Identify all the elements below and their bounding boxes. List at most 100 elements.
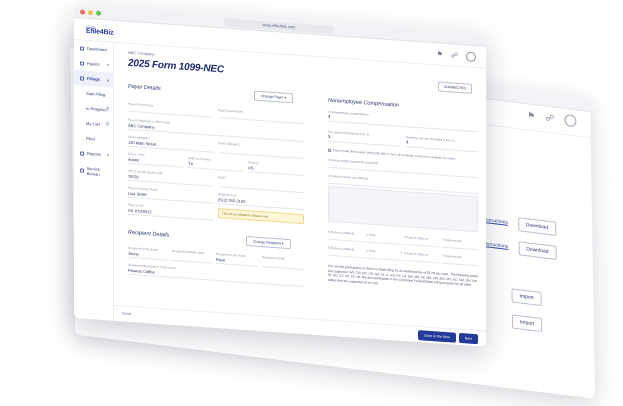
window-controls — [80, 9, 101, 16]
state-tax-field-2[interactable]: 5 State tax withheld — [328, 245, 364, 259]
box1-field[interactable]: 1 Nonemployee compensation $ — [328, 109, 478, 133]
chevron-down-icon: ▾ — [106, 62, 109, 68]
count-badge: 1 — [105, 121, 110, 127]
list-item: Instructions Download — [482, 213, 557, 236]
recipient-first-name-field[interactable]: Recipient's First Name Jenny — [128, 245, 168, 261]
sidebar-item-label: In Progress — [86, 105, 107, 113]
recipient-last-name-field[interactable]: Recipient's Last Name Rose — [216, 251, 258, 267]
close-icon[interactable] — [80, 9, 85, 15]
sidebar-item-label: Payers — [87, 60, 100, 67]
tin-field[interactable]: Payer's TIN XX-XXX0012 — [128, 202, 214, 221]
state-tax-field[interactable]: 5 State tax withheld — [328, 229, 364, 243]
page-title: 2025 Form 1099-NEC — [128, 57, 224, 76]
document-icon — [80, 75, 84, 81]
list-item: Instructions Download — [483, 237, 557, 260]
payer-last-name-field[interactable]: Payer's Last Name — [218, 108, 304, 125]
chevron-up-icon: ▴ — [106, 77, 109, 83]
field-label: 7 State income — [442, 253, 463, 260]
phone-field[interactable]: Telephone no. (512) 555-2155 — [218, 192, 304, 211]
field-label: 5 State tax withheld — [328, 245, 355, 252]
list-item: Import — [511, 314, 543, 333]
field-label: 6 Payer's state no. — [404, 251, 429, 257]
state-income-field-2[interactable]: 7 State income — [442, 253, 478, 267]
field-label: Street address 2 — [218, 141, 241, 147]
sidebar: Dashboard Payers ▾ Filings ▴ Start Filin… — [74, 40, 114, 321]
tin-warning-badge[interactable]: TIN not yet validated. Validate now — [218, 208, 304, 225]
state-field[interactable]: State or province TX — [188, 155, 244, 172]
users-icon — [80, 60, 84, 66]
payer-section-title: Payer Details — [128, 83, 161, 93]
field-label: Payer's Last Name — [218, 108, 244, 114]
direct-to-state-disclaimer: Our service participates in Direct-to-St… — [328, 263, 479, 287]
logo-text: Efile4Biz — [86, 27, 114, 37]
sidebar-item-label: Start Filing — [86, 90, 106, 98]
sidebar-item-label: Service Bureau — [86, 165, 100, 177]
next-button[interactable]: Next — [458, 332, 478, 345]
avatar[interactable] — [466, 51, 476, 63]
bell-icon[interactable]: ⚑ — [527, 110, 535, 122]
save-file-button[interactable]: Save & File Now — [418, 330, 456, 343]
bell-icon[interactable]: ⚑ — [437, 50, 443, 58]
contact-name-field[interactable]: Payer's Contact Name Lisa Smith — [128, 185, 214, 204]
field-label: 3 Excess golden parachute payments — [328, 157, 379, 166]
field-label: Email — [218, 175, 226, 180]
avatar[interactable] — [564, 113, 577, 128]
street1-field[interactable]: Street address 1 130 Main Street — [128, 134, 214, 153]
tax-withheld-field[interactable]: Tax amount (included in box 1) $ — [328, 129, 400, 147]
field-label: 7 State income — [442, 237, 463, 244]
sidebar-item-label: Filings — [87, 75, 100, 82]
field-label: 6 State — [366, 248, 376, 254]
recipient-section-title: Recipient Details — [128, 229, 170, 239]
street2-field[interactable]: Street address 2 — [218, 141, 304, 160]
download-button[interactable]: Download — [518, 241, 557, 260]
instructions-link[interactable]: Instructions — [483, 241, 509, 250]
main-browser-window: www.efile4biz.com efile4biz Efile4Biz ⚑ … — [74, 6, 486, 347]
sidebar-item-label: Reports — [87, 150, 102, 157]
payer-state-no-field-2[interactable]: 6 Payer's state no. — [404, 251, 440, 264]
main-content: ABC Company 2025 Form 1099-NEC CORRECTED… — [114, 43, 486, 347]
sidebar-item-label: Filed — [86, 135, 95, 142]
recipient-middle-initial-field[interactable]: Recipient's Middle Initial — [172, 248, 212, 264]
import-button[interactable]: Import — [511, 314, 543, 333]
payer-state-no-field[interactable]: 6 Payer's state no. — [404, 235, 440, 248]
change-payer-button[interactable]: Change Payer ▾ — [254, 90, 294, 104]
chevron-down-icon: ▾ — [106, 152, 109, 158]
header-actions: ⚑ ☍ — [437, 49, 476, 63]
field-label: 5 State tax withheld — [328, 229, 355, 236]
country-field[interactable]: Country US — [248, 160, 304, 177]
sidebar-item-label: My Cart — [86, 120, 100, 127]
zip-field[interactable]: ZIP or foreign postal code 78701 — [128, 168, 214, 187]
download-button[interactable]: Download — [517, 217, 557, 236]
import-button[interactable]: Import — [511, 288, 542, 307]
corrected-button[interactable]: CORRECTED — [437, 81, 472, 94]
field-label: 6 Payer's state no. — [404, 235, 429, 241]
sidebar-item-service-bureau[interactable]: Service Bureau — [74, 160, 113, 183]
instructions-link[interactable]: Instructions — [482, 217, 508, 226]
minimize-icon[interactable] — [88, 9, 93, 16]
reset-link[interactable]: Reset — [122, 311, 131, 316]
maximize-icon[interactable] — [96, 10, 101, 16]
overtime-field[interactable]: Overtime amount (included in box 1) $ — [406, 135, 478, 153]
change-payer-label: Change Payer — [261, 94, 284, 100]
change-recipient-label: Change Recipient — [253, 239, 281, 246]
field-label: Recipient's Middle Initial — [172, 248, 205, 256]
recipient-suffix-field[interactable]: Recipient's Suffix — [262, 255, 304, 271]
compensation-section-title: Nonemployee Compensation — [328, 97, 399, 109]
state-income-field[interactable]: 7 State income — [442, 237, 478, 251]
email-field[interactable]: Email — [218, 175, 304, 194]
checkbox[interactable] — [328, 148, 331, 152]
change-recipient-button[interactable]: Change Recipient ▾ — [246, 236, 291, 250]
state-select-2[interactable]: 6 State ▾ — [366, 248, 402, 261]
payer-first-name-field[interactable]: Payer's First Name — [128, 101, 214, 118]
state-select[interactable]: 6 State — [366, 232, 402, 245]
cart-icon[interactable]: ☍ — [451, 51, 458, 59]
count-badge: 3 — [105, 106, 110, 112]
warning-text: TIN not yet validated. Validate now — [222, 211, 269, 219]
field-label: 6 State — [366, 232, 376, 238]
city-field[interactable]: City or Town Austin — [128, 151, 184, 168]
company-name: ABC Company — [128, 49, 155, 57]
logo[interactable]: efile4biz Efile4Biz — [86, 25, 113, 37]
chart-icon — [80, 150, 84, 156]
chevron-down-icon: ▾ — [400, 250, 402, 255]
cart-icon[interactable]: ☍ — [545, 112, 554, 124]
